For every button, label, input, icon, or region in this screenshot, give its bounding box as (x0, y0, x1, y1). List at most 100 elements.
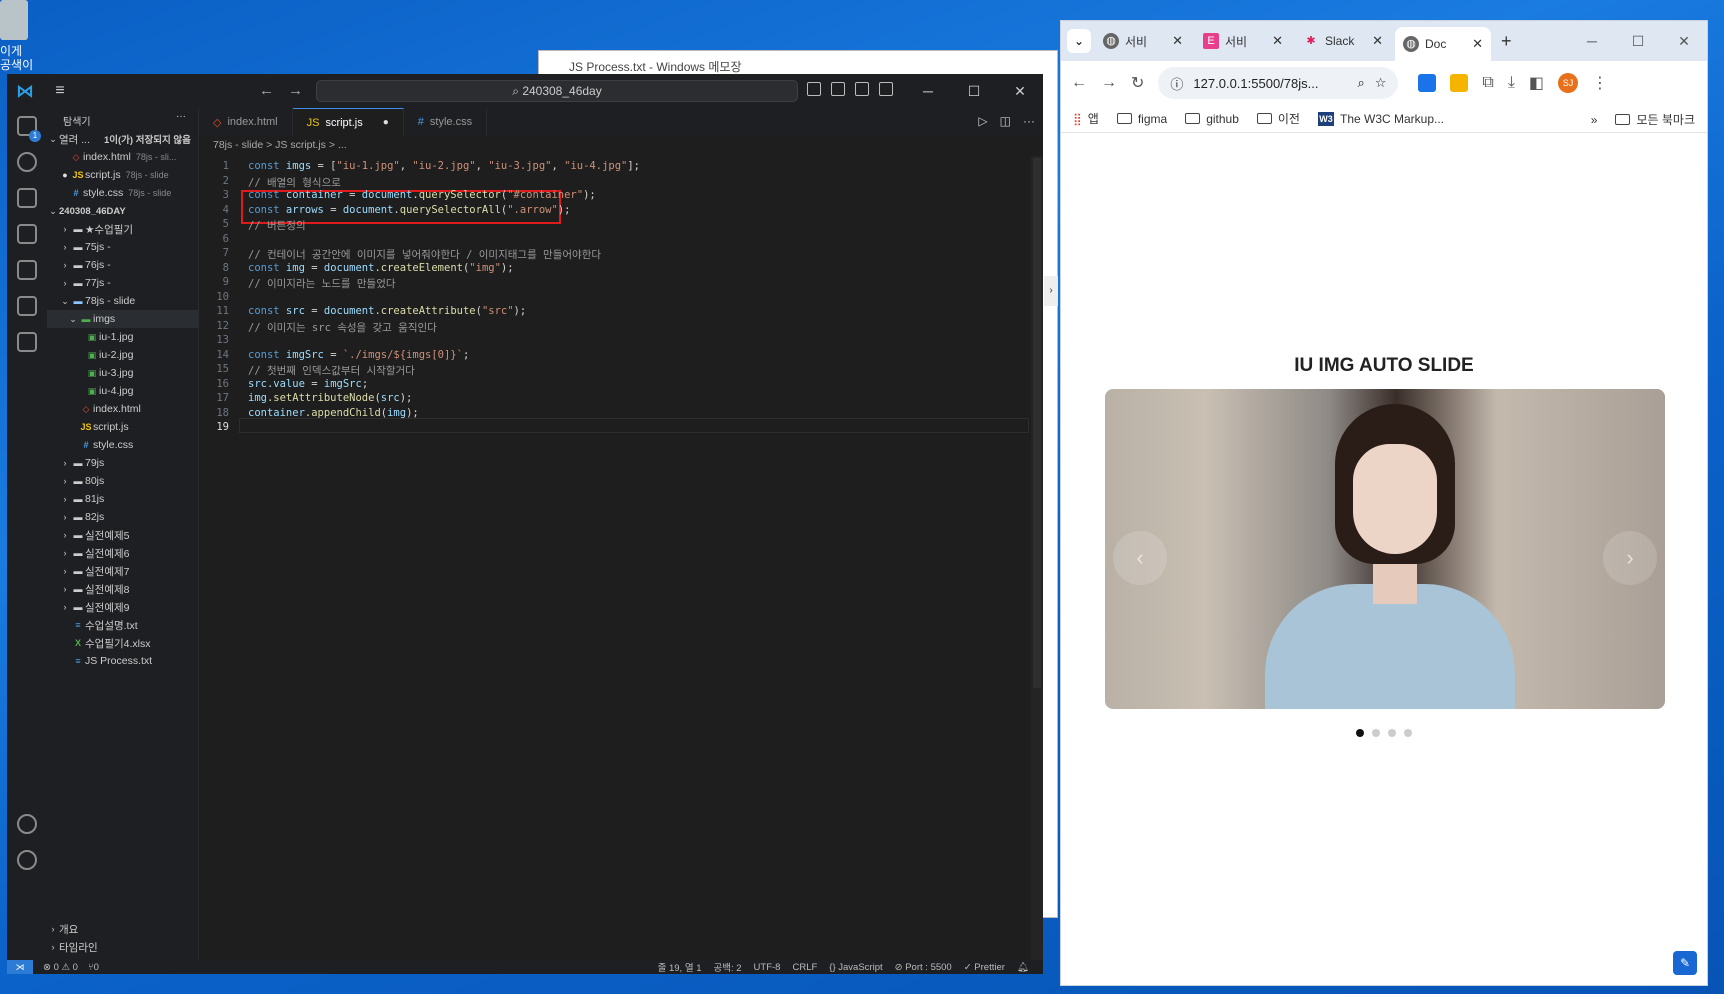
tree-folder[interactable]: ⌄ ▬ imgs (47, 310, 198, 328)
breadcrumb[interactable]: 78js - slide > JS script.js > ... (199, 136, 1043, 156)
bookmark-folder[interactable]: figma (1116, 112, 1167, 126)
chrome-tab[interactable]: ◍ 서비 ✕ (1095, 25, 1191, 57)
outline-section[interactable]: › 개요 (47, 920, 198, 938)
testing-icon[interactable] (17, 332, 37, 352)
minimize-icon[interactable]: ─ (905, 74, 951, 108)
chrome-tab[interactable]: ✱ Slack ✕ (1295, 25, 1391, 57)
command-center-search[interactable]: ⌕ 240308_46day (316, 80, 798, 102)
tree-folder[interactable]: › ▬ 80js (47, 472, 198, 490)
forward-arrow-icon[interactable]: → (1101, 74, 1117, 92)
tree-file[interactable]: ≡ 수업설명.txt (47, 616, 198, 634)
bookmark-star-icon[interactable]: ☆ (1375, 75, 1387, 91)
tree-folder[interactable]: › ▬ 82js (47, 508, 198, 526)
account-icon[interactable] (17, 814, 37, 834)
more-bookmarks-chevron[interactable]: » (1591, 113, 1598, 127)
modified-dot-icon[interactable]: ● (59, 170, 71, 180)
tree-folder[interactable]: › ▬ 77js - (47, 274, 198, 292)
edit-pen-icon[interactable]: ✎ (1673, 951, 1697, 975)
split-editor-icon[interactable]: ◫ (1000, 114, 1011, 128)
bookmark-link[interactable]: W3 The W3C Markup... (1317, 111, 1444, 126)
pagination-dot[interactable] (1372, 729, 1380, 737)
editor-scrollbar[interactable] (1031, 156, 1043, 960)
bookmark-folder[interactable]: 이전 (1256, 110, 1300, 127)
back-arrow-icon[interactable]: ← (259, 82, 288, 99)
maximize-icon[interactable]: ☐ (1615, 21, 1661, 61)
forward-arrow-icon[interactable]: → (288, 82, 317, 99)
desktop-recycle-icon[interactable] (0, 0, 28, 40)
chrome-tab[interactable]: E 서비 ✕ (1195, 25, 1291, 57)
tree-folder[interactable]: › ▬ 81js (47, 490, 198, 508)
remote-indicator-icon[interactable]: ⋊ (7, 960, 33, 974)
tree-file[interactable]: X 수업필기4.xlsx (47, 634, 198, 652)
next-arrow-button[interactable]: › (1603, 531, 1657, 585)
search-icon[interactable] (17, 152, 37, 172)
live-server-port[interactable]: ⊘ Port : 5500 (895, 962, 952, 973)
tree-folder[interactable]: › ▬ 76js - (47, 256, 198, 274)
site-info-icon[interactable]: ⓘ (1170, 74, 1183, 93)
pagination-dot[interactable] (1404, 729, 1412, 737)
close-icon[interactable]: ✕ (1172, 33, 1183, 49)
puzzle-extensions-icon[interactable]: ⧉ (1482, 74, 1493, 92)
open-editors-section[interactable]: ⌄ 열려 ... 1이(가) 저장되지 않음 (47, 130, 198, 148)
encoding[interactable]: UTF-8 (754, 962, 781, 973)
toggle-secondary-sidebar-icon[interactable] (855, 82, 869, 96)
tree-file[interactable]: ≡ JS Process.txt (47, 652, 198, 670)
tab-search-icon[interactable]: ⌄ (1067, 29, 1091, 53)
line-ending[interactable]: CRLF (792, 962, 817, 973)
toggle-panel-icon[interactable] (831, 82, 845, 96)
open-editor-item[interactable]: # style.css 78js - slide (47, 184, 198, 202)
tree-file[interactable]: ◇ index.html (47, 400, 198, 418)
pagination-dot[interactable] (1356, 729, 1364, 737)
close-icon[interactable]: ✕ (1661, 21, 1707, 61)
pagination-dot[interactable] (1388, 729, 1396, 737)
tree-folder[interactable]: › ▬ 실전예제9 (47, 598, 198, 616)
chrome-tab-active[interactable]: ◍ Doc ✕ (1395, 27, 1491, 61)
tree-folder[interactable]: › ▬ 79js (47, 454, 198, 472)
indentation[interactable]: 공백: 2 (714, 960, 742, 974)
remote-explorer-icon[interactable] (17, 296, 37, 316)
close-icon[interactable]: ✕ (1472, 36, 1483, 52)
tab-index-html[interactable]: ◇ index.html (199, 108, 293, 136)
toggle-sidebar-icon[interactable] (807, 82, 821, 96)
maximize-icon[interactable]: ☐ (951, 74, 997, 108)
download-icon[interactable]: ⤓ (1508, 74, 1515, 92)
all-bookmarks-folder[interactable]: 모든 북마크 (1615, 111, 1695, 128)
tree-file[interactable]: JS script.js (47, 418, 198, 436)
source-control-icon[interactable] (17, 188, 37, 208)
bookmark-folder[interactable]: github (1185, 112, 1239, 126)
language-mode[interactable]: {} JavaScript (829, 962, 882, 973)
tree-file[interactable]: ▣ iu-3.jpg (47, 364, 198, 382)
more-actions-icon[interactable]: ··· (176, 111, 186, 122)
workspace-root[interactable]: ⌄ 240308_46DAY (47, 202, 198, 220)
new-tab-icon[interactable]: + (1501, 31, 1512, 52)
tree-file[interactable]: ▣ iu-1.jpg (47, 328, 198, 346)
back-arrow-icon[interactable]: ← (1071, 74, 1087, 92)
tree-folder[interactable]: › ▬ ★수업필기 (47, 220, 198, 238)
minimize-icon[interactable]: ─ (1569, 21, 1615, 61)
tab-style-css[interactable]: # style.css (404, 108, 488, 136)
run-debug-icon[interactable] (17, 224, 37, 244)
close-icon[interactable]: ✕ (1372, 33, 1383, 49)
hamburger-menu-icon[interactable]: ≡ (43, 82, 77, 100)
tree-folder[interactable]: › ▬ 실전예제8 (47, 580, 198, 598)
tree-file[interactable]: # style.css (47, 436, 198, 454)
tree-folder[interactable]: › ▬ 실전예제6 (47, 544, 198, 562)
code-editor[interactable]: 1 const imgs = ["iu-1.jpg", "iu-2.jpg", "… (199, 156, 1043, 960)
ports-count[interactable]: ⑂0 (88, 962, 99, 973)
extension-icon[interactable] (1418, 74, 1437, 92)
profile-avatar[interactable]: SJ (1558, 73, 1579, 93)
notepad-collapse-chevron-icon[interactable]: › (1044, 276, 1058, 306)
more-actions-icon[interactable]: ··· (1023, 114, 1035, 128)
extensions-icon[interactable] (17, 260, 37, 280)
open-editor-item[interactable]: ◇ index.html 78js - sli... (47, 148, 198, 166)
close-icon[interactable]: ✕ (997, 74, 1043, 108)
timeline-section[interactable]: › 타임라인 (47, 938, 198, 956)
address-bar[interactable]: ⓘ 127.0.0.1:5500/78js... ⌕ ☆ (1158, 67, 1399, 99)
tree-file[interactable]: ▣ iu-2.jpg (47, 346, 198, 364)
side-panel-icon[interactable]: ◧ (1529, 73, 1544, 93)
reload-icon[interactable]: ↻ (1131, 73, 1144, 93)
tree-folder[interactable]: › ▬ 실전예제7 (47, 562, 198, 580)
notifications-bell-icon[interactable]: 🔔︎ (1017, 962, 1029, 973)
open-editor-item[interactable]: ● JS script.js 78js - slide (47, 166, 198, 184)
cursor-position[interactable]: 줄 19, 열 1 (658, 960, 702, 974)
